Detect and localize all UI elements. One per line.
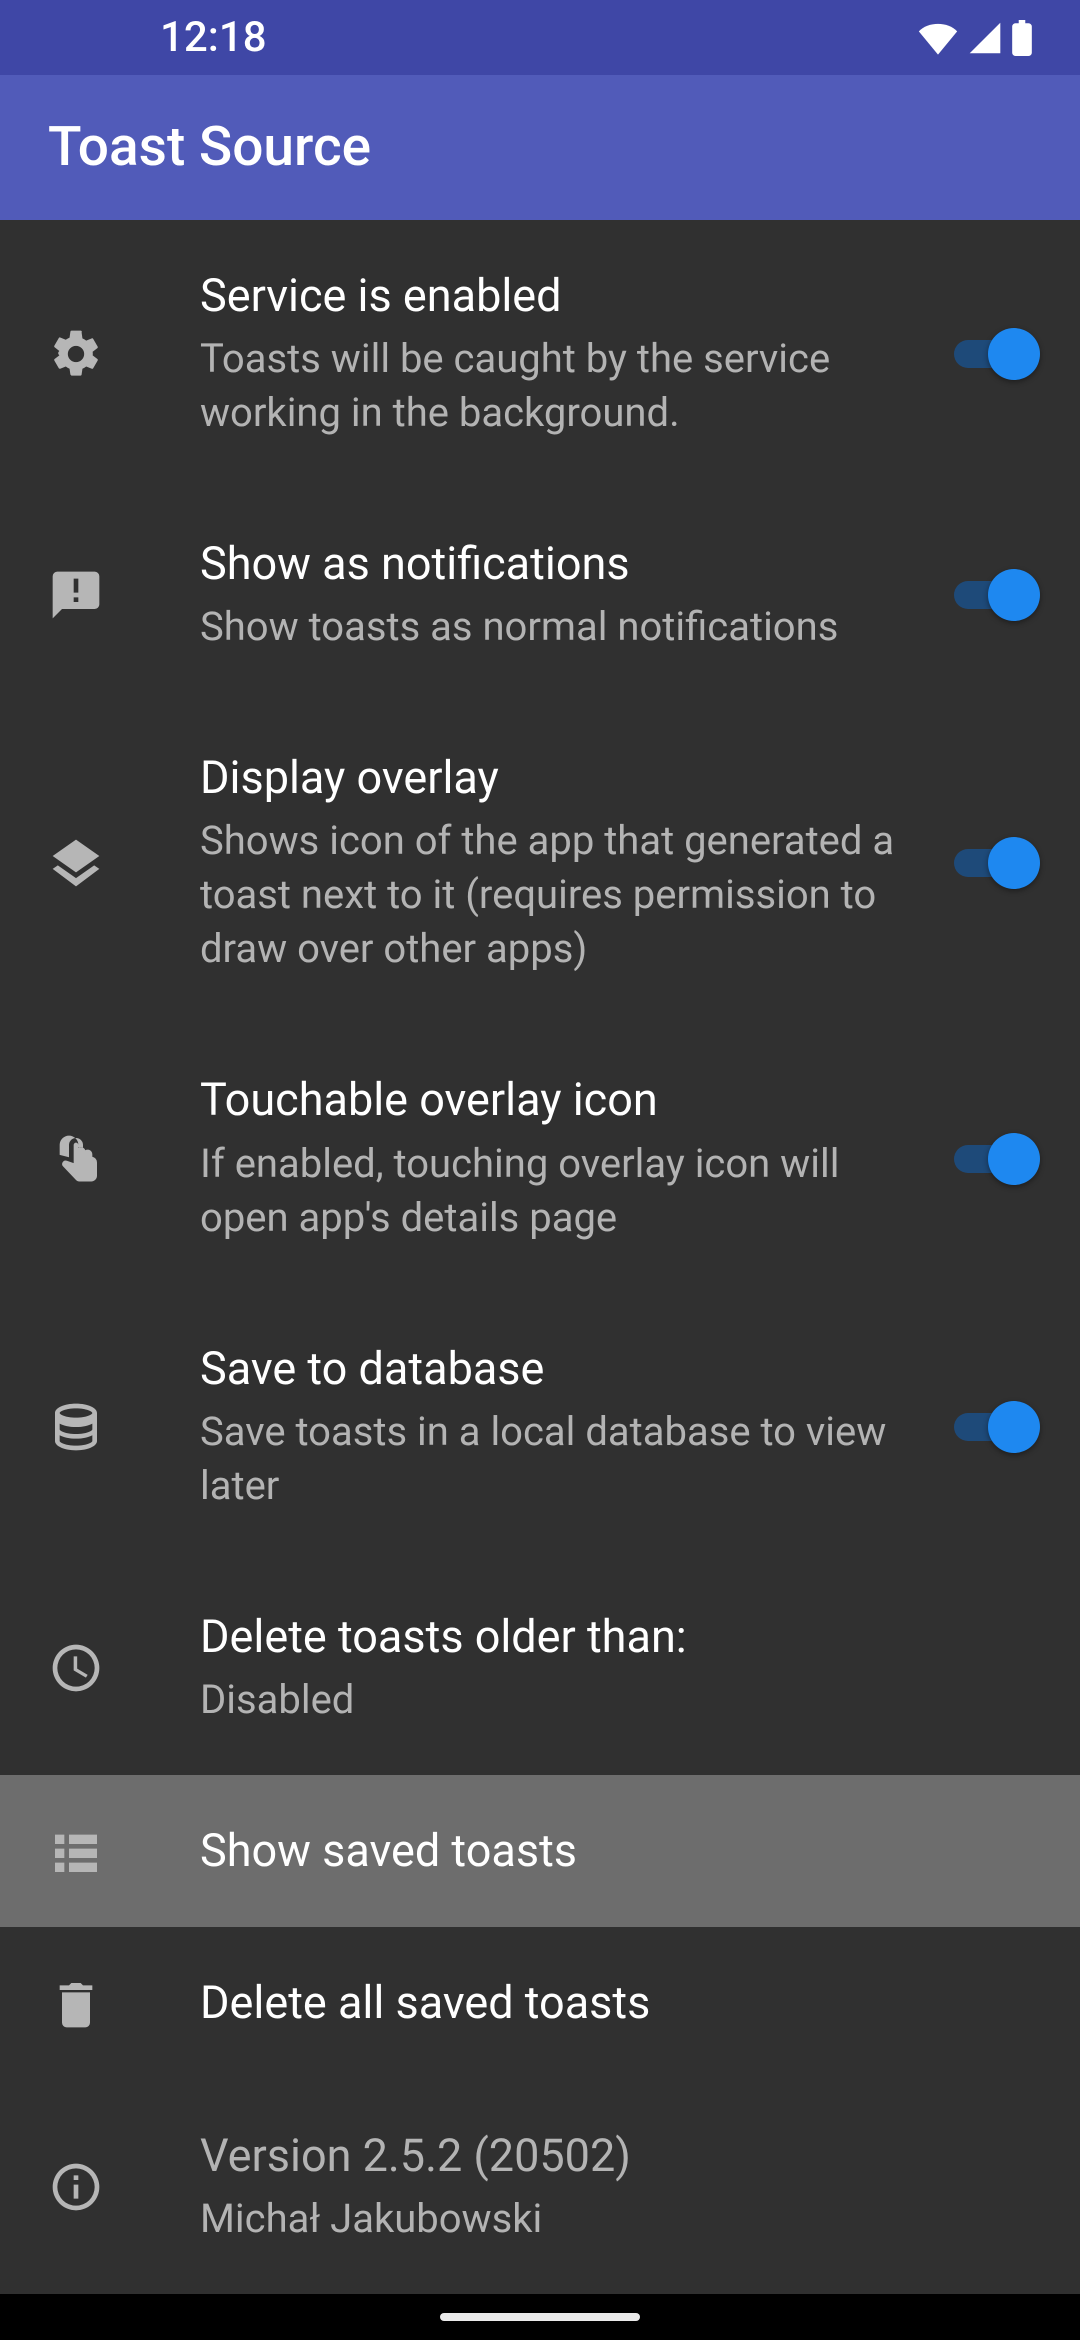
delete-all-saved-row[interactable]: Delete all saved toasts xyxy=(0,1927,1080,2079)
setting-title: Delete toasts older than: xyxy=(200,1609,1024,1665)
list-icon xyxy=(48,1823,104,1879)
service-enabled-row[interactable]: Service is enabled Toasts will be caught… xyxy=(0,220,1080,488)
setting-subtitle: If enabled, touching overlay icon will o… xyxy=(200,1137,914,1245)
wifi-icon xyxy=(918,21,958,55)
save-to-database-row[interactable]: Save to database Save toasts in a local … xyxy=(0,1293,1080,1561)
setting-title: Delete all saved toasts xyxy=(200,1975,1024,2031)
setting-subtitle: Toasts will be caught by the service wor… xyxy=(200,332,914,440)
setting-title: Show as notifications xyxy=(200,536,914,592)
version-row[interactable]: Version 2.5.2 (20502) Michał Jakubowski xyxy=(0,2080,1080,2294)
announcement-icon xyxy=(48,567,104,623)
setting-subtitle: Save toasts in a local database to view … xyxy=(200,1405,914,1513)
app-bar: Toast Source xyxy=(0,75,1080,219)
gear-icon xyxy=(48,326,104,382)
save-to-database-switch[interactable] xyxy=(954,1399,1040,1455)
display-overlay-row[interactable]: Display overlay Shows icon of the app th… xyxy=(0,702,1080,1024)
setting-title: Display overlay xyxy=(200,750,914,806)
setting-subtitle: Shows icon of the app that generated a t… xyxy=(200,814,914,976)
service-enabled-switch[interactable] xyxy=(954,326,1040,382)
screen: 12:18 Toast Source Service is enabled To… xyxy=(0,0,1080,2340)
layers-icon xyxy=(48,835,104,891)
version-text: Version 2.5.2 (20502) xyxy=(200,2128,1024,2184)
status-bar: 12:18 xyxy=(0,0,1080,75)
clock-icon xyxy=(48,1640,104,1696)
show-as-notifications-row[interactable]: Show as notifications Show toasts as nor… xyxy=(0,488,1080,702)
status-time: 12:18 xyxy=(160,13,267,62)
database-icon xyxy=(48,1399,104,1455)
cellular-icon xyxy=(968,21,1002,55)
delete-older-than-row[interactable]: Delete toasts older than: Disabled xyxy=(0,1561,1080,1775)
show-saved-toasts-row[interactable]: Show saved toasts xyxy=(0,1775,1080,1927)
setting-subtitle: Show toasts as normal notifications xyxy=(200,600,914,654)
display-overlay-switch[interactable] xyxy=(954,835,1040,891)
touchable-overlay-switch[interactable] xyxy=(954,1131,1040,1187)
nav-pill[interactable] xyxy=(440,2313,640,2321)
setting-title: Save to database xyxy=(200,1341,914,1397)
app-title: Toast Source xyxy=(48,115,371,179)
setting-subtitle: Disabled xyxy=(200,1673,1024,1727)
show-as-notifications-switch[interactable] xyxy=(954,567,1040,623)
battery-icon xyxy=(1012,20,1032,56)
delete-forever-icon xyxy=(48,1976,104,2032)
nav-bar xyxy=(0,2294,1080,2340)
status-icons xyxy=(918,20,1032,56)
setting-title: Service is enabled xyxy=(200,268,914,324)
setting-title: Show saved toasts xyxy=(200,1823,1024,1879)
setting-title: Touchable overlay icon xyxy=(200,1072,914,1128)
touchable-overlay-row[interactable]: Touchable overlay icon If enabled, touch… xyxy=(0,1024,1080,1292)
settings-list: Service is enabled Toasts will be caught… xyxy=(0,220,1080,2294)
info-icon xyxy=(48,2159,104,2215)
touch-icon xyxy=(48,1131,104,1187)
author-text: Michał Jakubowski xyxy=(200,2192,1024,2246)
